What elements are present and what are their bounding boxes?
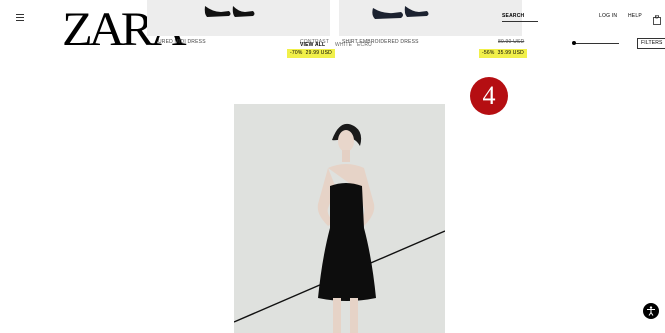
accessibility-icon[interactable] [643,303,659,319]
zoom-slider[interactable] [572,41,619,45]
shoes-image [372,6,429,19]
bag-count: 0 [655,15,658,20]
product-name-2[interactable]: SHIRT EMBROIDERED DRESS [342,40,419,45]
view-all-link[interactable]: VIEW ALL [300,43,325,48]
filters-button[interactable]: FILTERS [637,38,665,49]
bag-icon[interactable]: 0 [653,12,661,25]
annotation-badge: 4 [470,77,508,115]
discount-2: -56% [482,50,495,56]
price-2: 35.99 USD [497,50,524,56]
menu-icon[interactable] [16,12,24,23]
price-1: 29.99 USD [305,50,332,56]
search-input[interactable]: SEARCH [502,14,538,22]
discount-1: -70% [290,50,303,56]
help-link[interactable]: HELP [628,14,642,19]
product-image-1[interactable] [147,0,330,36]
model-in-black-dress [234,123,445,333]
zoom-slider-track [574,43,619,44]
product-name-1[interactable]: URED MIDI DRESS [158,40,206,45]
price-badge-2: -56% 35.99 USD [479,49,527,58]
product-image-2[interactable] [339,0,522,36]
zoom-slider-handle[interactable] [572,41,576,45]
original-price-2: 89.90 USD [498,39,525,45]
hero-product-image[interactable] [234,104,445,333]
login-link[interactable]: LOG IN [599,14,617,19]
shoes-image [204,6,255,17]
search-label: SEARCH [502,13,525,19]
price-badge-1: -70% 29.99 USD [287,49,335,58]
